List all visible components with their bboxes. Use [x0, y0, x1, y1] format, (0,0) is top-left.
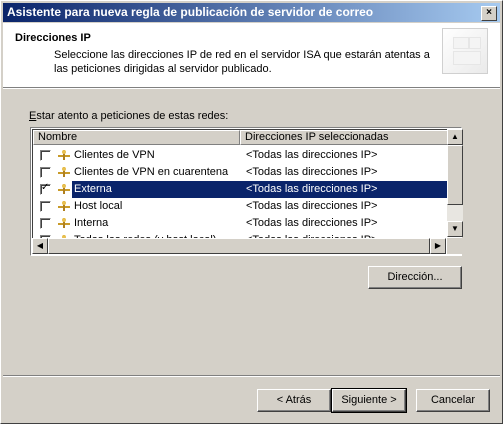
network-icon: [57, 183, 71, 195]
title-bar[interactable]: Asistente para nueva regla de publicació…: [3, 3, 500, 22]
row-ips: <Todas las direcciones IP>: [246, 183, 378, 195]
page-title: Direcciones IP: [15, 32, 91, 44]
row-name: Externa: [74, 183, 112, 195]
wizard-header: Direcciones IP Seleccione las direccione…: [3, 23, 500, 87]
table-row[interactable]: Externa <Todas las direcciones IP>: [33, 181, 447, 198]
address-button[interactable]: Dirección...: [368, 266, 462, 289]
row-checkbox[interactable]: [40, 167, 51, 178]
network-icon: [57, 200, 71, 212]
network-icon: [57, 217, 71, 229]
table-row[interactable]: Clientes de VPN en cuarentena <Todas las …: [33, 164, 447, 181]
back-button[interactable]: < Atrás: [257, 389, 331, 412]
row-name: Clientes de VPN en cuarentena: [74, 166, 229, 178]
column-header-name[interactable]: Nombre: [33, 130, 240, 145]
vertical-scroll-thumb[interactable]: [447, 145, 463, 205]
row-name: Clientes de VPN: [74, 149, 155, 161]
row-name: Interna: [74, 217, 109, 229]
list-header: Nombre Direcciones IP seleccionadas: [33, 130, 447, 145]
row-name: Host local: [74, 200, 123, 212]
scroll-left-icon[interactable]: ◀: [32, 238, 48, 254]
header-divider: [3, 87, 500, 89]
row-ips: <Todas las direcciones IP>: [246, 200, 378, 212]
close-icon[interactable]: ×: [481, 6, 497, 21]
network-icon: [57, 149, 71, 161]
table-row[interactable]: Clientes de VPN <Todas las direcciones IP…: [33, 147, 447, 164]
scroll-down-icon[interactable]: ▼: [447, 221, 463, 237]
column-header-ips[interactable]: Direcciones IP seleccionadas: [240, 130, 447, 145]
wizard-header-icon: [442, 28, 488, 74]
horizontal-scrollbar[interactable]: ◀ ▶: [32, 238, 446, 254]
horizontal-scroll-thumb[interactable]: [48, 238, 430, 254]
row-ips: <Todas las direcciones IP>: [246, 166, 378, 178]
scroll-corner: [447, 238, 463, 254]
wizard-window: Asistente para nueva regla de publicació…: [0, 0, 503, 424]
network-icon: [57, 166, 71, 178]
table-row[interactable]: Host local <Todas las direcciones IP>: [33, 198, 447, 215]
row-ips: <Todas las direcciones IP>: [246, 149, 378, 161]
row-checkbox[interactable]: [40, 218, 51, 229]
page-description: Seleccione las direcciones IP de red en …: [54, 49, 430, 75]
networks-label: Estar atento a peticiones de estas redes…: [29, 110, 229, 122]
row-checkbox[interactable]: [40, 150, 51, 161]
row-ips: <Todas las direcciones IP>: [246, 217, 378, 229]
networks-listview[interactable]: Nombre Direcciones IP seleccionadas Clie…: [30, 127, 463, 256]
row-checkbox[interactable]: [40, 182, 51, 195]
next-button[interactable]: Siguiente >: [331, 388, 407, 413]
vertical-scrollbar[interactable]: ▲ ▼: [447, 129, 463, 237]
scroll-right-icon[interactable]: ▶: [430, 238, 446, 254]
cancel-button[interactable]: Cancelar: [416, 389, 490, 412]
footer-divider: [3, 375, 500, 377]
scroll-up-icon[interactable]: ▲: [447, 129, 463, 145]
row-checkbox[interactable]: [40, 201, 51, 212]
window-title: Asistente para nueva regla de publicació…: [7, 5, 374, 19]
table-row[interactable]: Interna <Todas las direcciones IP>: [33, 215, 447, 232]
